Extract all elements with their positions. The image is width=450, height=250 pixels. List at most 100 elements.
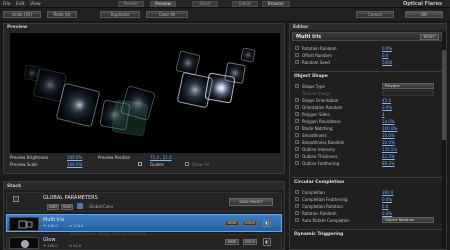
keyframe-icon[interactable]	[295, 46, 299, 50]
multi-iris-scale-value[interactable]: 174.0	[73, 224, 83, 228]
tab-editor[interactable]: Editor	[232, 1, 258, 7]
watermark-text: PROFESSIONAL VISUAL EFFECTS SOFTWARE	[70, 232, 148, 236]
tab-preview[interactable]: Preview	[150, 1, 176, 7]
param-row: Completion Rotation 0.0	[294, 203, 440, 210]
section-object-shape[interactable]: Object Shape	[294, 74, 328, 79]
keyframe-icon[interactable]	[295, 218, 299, 222]
param-label: Auto Rotate Completion	[302, 218, 350, 223]
param-label: Outline Intensity	[302, 147, 336, 152]
editor-scrollbar[interactable]	[442, 32, 446, 249]
preview-position-value[interactable]: 75.4 , 21.0	[150, 155, 172, 160]
guides-checkbox[interactable]	[138, 162, 142, 166]
section-circular-completion[interactable]: Circular Completion	[294, 180, 344, 185]
multi-iris-hide-button[interactable]: HIDE	[225, 220, 239, 226]
param-value[interactable]: 10.0%	[382, 133, 395, 138]
param-value[interactable]: 10.0%	[382, 140, 395, 145]
preview-brightness-value[interactable]: 100.0%	[67, 155, 82, 160]
multi-iris-thumb-art	[18, 220, 33, 229]
param-row: Completion Feathering 0.0%	[294, 196, 440, 203]
preview-panel: Preview Preview Brightness 100.0% Previe…	[3, 23, 285, 174]
keyframe-icon[interactable]	[295, 119, 299, 123]
param-value[interactable]: 45.0	[382, 98, 391, 103]
keyframe-icon[interactable]	[295, 147, 299, 151]
global-color-swatch[interactable]	[77, 203, 83, 209]
duplicate-button[interactable]: Duplicate	[100, 11, 140, 18]
tab-render[interactable]: Render	[118, 1, 144, 7]
add-button[interactable]: ADD	[47, 204, 59, 210]
param-value[interactable]: 0.0	[382, 53, 388, 58]
param-value[interactable]: 0.0	[382, 204, 388, 209]
param-value[interactable]: 360.0	[382, 190, 393, 195]
keyframe-icon[interactable]	[295, 140, 299, 144]
redo-button[interactable]: Redo (0)	[47, 11, 77, 18]
param-value[interactable]: 135.5%	[382, 147, 397, 152]
glow-brightness-value[interactable]: 100.0	[47, 244, 57, 248]
menu-file[interactable]: File	[3, 2, 11, 7]
section-dynamic-triggering[interactable]: Dynamic Triggering	[294, 232, 343, 237]
param-label: Completion Feathering	[302, 197, 348, 202]
param-random-seed: Random Seed 5000	[294, 59, 440, 66]
keyframe-icon[interactable]	[295, 197, 299, 201]
keyframe-icon[interactable]	[295, 190, 299, 194]
guides-label: Guides	[150, 162, 164, 167]
menu-bar: File Edit View Render Preview Stack Edit…	[0, 0, 450, 8]
param-value[interactable]: 89.2%	[382, 161, 395, 166]
undo-button[interactable]: Undo (20)	[3, 11, 41, 18]
keyframe-icon[interactable]	[295, 161, 299, 165]
preview-canvas[interactable]	[10, 33, 280, 153]
sun-button[interactable]: SUN	[61, 204, 73, 210]
auto-rotate-dropdown[interactable]: Object Rotation	[382, 217, 434, 223]
global-parameters-row[interactable]: GLOBAL PARAMETERS ADD SUN Global Color S…	[6, 192, 282, 212]
glow-hide-button[interactable]: HIDE	[225, 239, 239, 245]
reset-button[interactable]: RESET	[419, 34, 439, 40]
keyframe-icon[interactable]	[295, 98, 299, 102]
keyframe-icon[interactable]	[295, 112, 299, 116]
param-label: Outline Feathering	[302, 161, 340, 166]
param-value[interactable]: 100.0%	[382, 126, 397, 131]
show-all-checkbox[interactable]	[185, 162, 189, 166]
param-value[interactable]: 0.0%	[382, 197, 392, 202]
keyframe-icon[interactable]	[295, 105, 299, 109]
ok-button[interactable]: OK	[405, 11, 443, 18]
multi-iris-menu-icon[interactable]: ◧	[263, 219, 271, 227]
glow-menu-icon[interactable]: ◧	[263, 238, 271, 246]
tab-stack[interactable]: Stack	[192, 1, 218, 7]
param-offset-random: Offset Random 0.0	[294, 52, 440, 59]
multi-iris-scale: ⇔ 174.0	[69, 224, 84, 228]
keyframe-icon[interactable]	[295, 84, 299, 88]
keyframe-icon[interactable]	[295, 126, 299, 130]
param-value[interactable]: 4	[382, 112, 385, 117]
preview-scale-label: Preview Scale	[10, 162, 38, 167]
glow-solo-button[interactable]: SOLO	[243, 239, 257, 245]
keyframe-icon[interactable]	[295, 204, 299, 208]
keyframe-icon[interactable]	[295, 211, 299, 215]
tab-browser[interactable]: Browser	[262, 1, 290, 7]
param-value[interactable]: 14.0%	[382, 119, 395, 124]
multi-iris-solo-button[interactable]: SOLO	[243, 220, 257, 226]
stack-row-multi-iris[interactable]: Multi Iris ☀ 100.0 ⇔ 174.0 HIDE SOLO ◧	[6, 214, 282, 232]
show-all-label: Show All	[192, 162, 210, 167]
editor-scroll-thumb[interactable]	[442, 50, 446, 140]
save-preset-button[interactable]: SAVE PRESET	[229, 198, 273, 206]
menu-edit[interactable]: Edit	[16, 2, 25, 7]
texture-image-dropdown[interactable]	[382, 90, 434, 96]
shape-type-dropdown[interactable]: Polygon	[382, 83, 434, 89]
param-value[interactable]: 0.0%	[382, 105, 392, 110]
keyframe-icon[interactable]	[295, 53, 299, 57]
cancel-button[interactable]: Cancel	[356, 11, 394, 18]
clear-all-button[interactable]: Clear All	[146, 11, 188, 18]
glow-scale-value[interactable]: 50.0	[73, 244, 81, 248]
param-value[interactable]: 5000	[382, 60, 392, 65]
stack-row-glow[interactable]: Glow ☀ 100.0 ⇔ 50.0 HIDE SOLO ◧	[6, 234, 282, 250]
param-value[interactable]: 0.0%	[382, 46, 392, 51]
preview-scale-value[interactable]: 100.0%	[67, 162, 82, 167]
keyframe-icon[interactable]	[295, 133, 299, 137]
param-value[interactable]: 0.0%	[382, 211, 392, 216]
param-value[interactable]: 22.5%	[382, 154, 395, 159]
menu-view[interactable]: View	[30, 2, 41, 7]
keyframe-icon[interactable]	[295, 60, 299, 64]
keyframe-icon[interactable]	[295, 154, 299, 158]
glow-thumb-art	[21, 240, 29, 248]
multi-iris-brightness-value[interactable]: 100.0	[47, 224, 57, 228]
stack-row-name: Multi Iris	[43, 217, 65, 223]
